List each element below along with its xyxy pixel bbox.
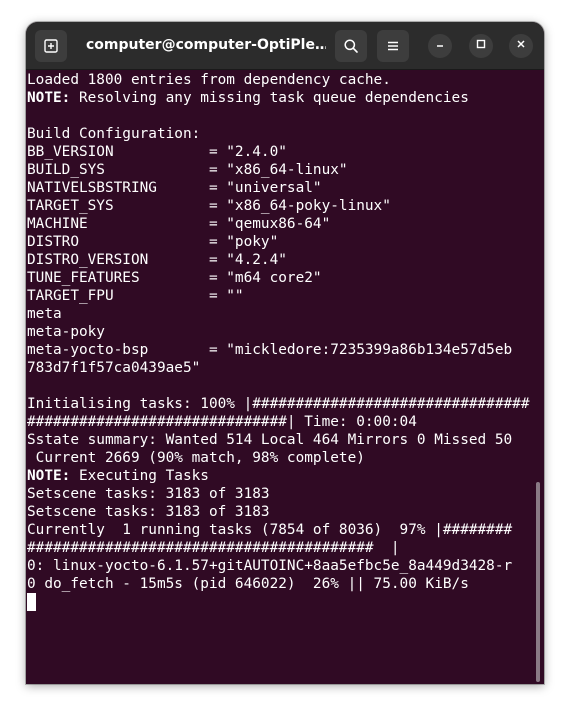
maximize-button[interactable]	[469, 34, 493, 58]
terminal-window: computer@computer-OptiPle… Loaded 1800 e…	[26, 22, 544, 684]
terminal-output[interactable]: Loaded 1800 entries from dependency cach…	[27, 71, 533, 683]
terminal-line: Build Configuration:	[27, 126, 201, 142]
close-button[interactable]	[509, 34, 533, 58]
terminal-line: meta	[27, 306, 62, 322]
terminal-line: Loaded 1800 entries from dependency cach…	[27, 72, 391, 88]
terminal-line: MACHINE = "qemux86-64"	[27, 216, 331, 232]
terminal-line: Setscene tasks: 3183 of 3183	[27, 504, 270, 520]
hamburger-menu-icon	[385, 38, 401, 54]
menu-button[interactable]	[377, 30, 409, 62]
terminal-prompt-line	[27, 593, 533, 611]
terminal-line: TUNE_FEATURES = "m64 core2"	[27, 270, 322, 286]
new-tab-icon	[43, 38, 59, 54]
search-icon	[343, 38, 359, 54]
terminal-line: BUILD_SYS = "x86_64-linux"	[27, 162, 348, 178]
note-label: NOTE:	[27, 90, 71, 106]
text-cursor	[27, 593, 36, 611]
terminal-line: 0 do_fetch - 15m5s (pid 646022) 26% || 7…	[27, 576, 469, 592]
title-bar: computer@computer-OptiPle…	[26, 22, 544, 70]
terminal-line: Currently 1 running tasks (7854 of 8036)…	[27, 522, 513, 538]
terminal-line: NOTE: Executing Tasks	[27, 468, 209, 484]
terminal-line: NATIVELSBSTRING = "universal"	[27, 180, 322, 196]
terminal-line: ##############################| Time: 0:…	[27, 414, 417, 430]
note-label: NOTE:	[27, 468, 71, 484]
maximize-icon	[475, 37, 487, 55]
terminal-line: DISTRO = "poky"	[27, 234, 279, 250]
close-icon	[515, 37, 527, 55]
scrollbar-thumb[interactable]	[536, 482, 540, 682]
terminal-line: Initialising tasks: 100% |##############…	[27, 396, 530, 412]
terminal-line: 783d7f1f57ca0439ae5"	[27, 360, 201, 376]
minimize-icon	[434, 37, 446, 55]
terminal-line: Setscene tasks: 3183 of 3183	[27, 486, 270, 502]
search-button[interactable]	[335, 30, 367, 62]
terminal-line: BB_VERSION = "2.4.0"	[27, 144, 287, 160]
terminal-line: NOTE: Resolving any missing task queue d…	[27, 90, 469, 106]
window-title: computer@computer-OptiPle…	[86, 37, 326, 53]
minimize-button[interactable]	[428, 34, 452, 58]
terminal-line: Sstate summary: Wanted 514 Local 464 Mir…	[27, 432, 513, 448]
terminal-line: Current 2669 (90% match, 98% complete)	[27, 450, 365, 466]
new-tab-button[interactable]	[35, 30, 67, 62]
terminal-line: DISTRO_VERSION = "4.2.4"	[27, 252, 287, 268]
terminal-line: TARGET_FPU = ""	[27, 288, 244, 304]
terminal-line: ########################################…	[27, 540, 400, 556]
terminal-line: meta-poky	[27, 324, 105, 340]
terminal-line: TARGET_SYS = "x86_64-poky-linux"	[27, 198, 391, 214]
terminal-line: meta-yocto-bsp = "mickledore:7235399a86b…	[27, 342, 513, 358]
terminal-line: 0: linux-yocto-6.1.57+gitAUTOINC+8aa5efb…	[27, 558, 513, 574]
